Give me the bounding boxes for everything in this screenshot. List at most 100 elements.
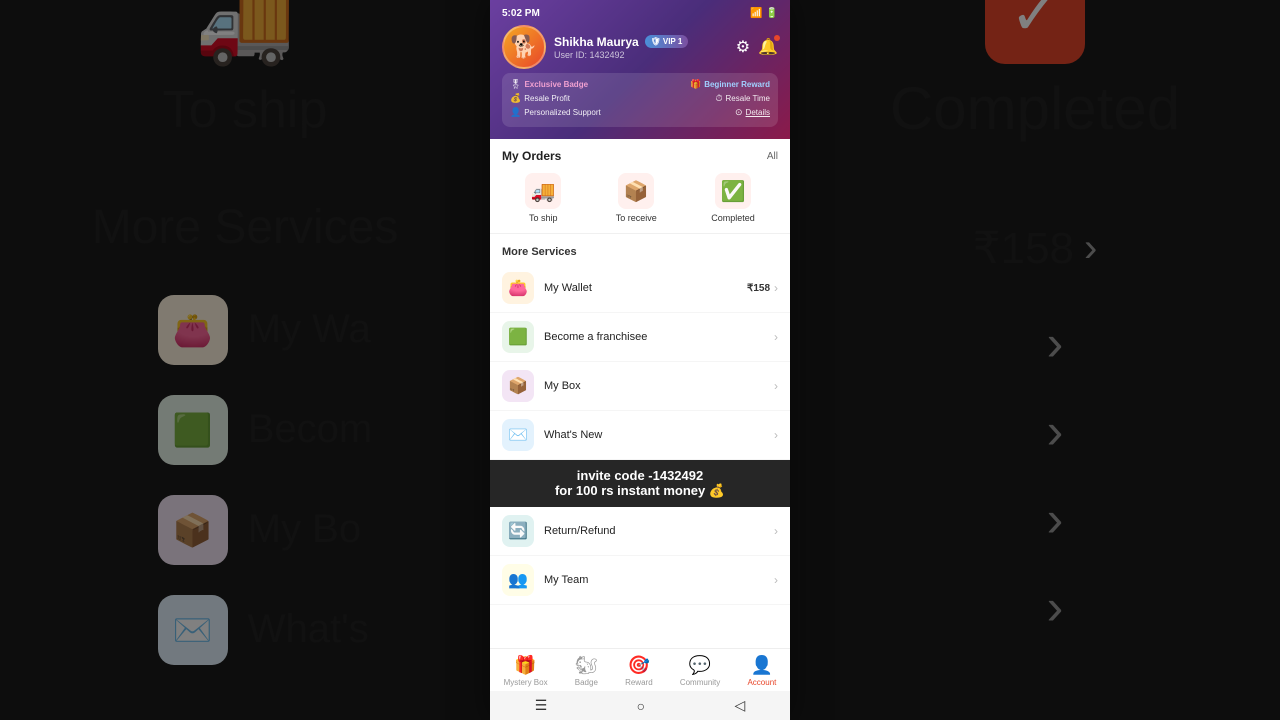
bg-completed-label: Completed	[890, 74, 1180, 143]
avatar-emoji: 🐕	[510, 34, 537, 60]
beginner-reward-label: Beginner Reward	[704, 80, 770, 89]
return-chevron: ›	[774, 524, 778, 538]
mybox-icon: 📦	[502, 370, 534, 402]
status-time: 5:02 PM	[502, 8, 540, 19]
shield-icon: 🛡	[651, 37, 661, 46]
profile-name: Shikha Maurya	[554, 35, 639, 49]
bg-wallet-label: My Wa	[248, 307, 371, 352]
resale-time-label: Resale Time	[726, 94, 770, 103]
nav-community-label: Community	[680, 678, 720, 687]
bg-box-row: 📦 My Bo	[158, 495, 361, 565]
bg-box-label: My Bo	[248, 507, 361, 552]
wallet-value: ₹158	[747, 283, 770, 294]
vip-label: VIP 1	[663, 37, 682, 46]
tab-to-ship[interactable]: 🚚 To ship	[525, 173, 561, 223]
nav-account[interactable]: 👤 Account	[747, 655, 776, 687]
home-button[interactable]: ○	[637, 698, 645, 714]
myteam-chevron: ›	[774, 573, 778, 587]
myteam-icon: 👥	[502, 564, 534, 596]
community-icon: 💬	[689, 655, 711, 676]
bg-wallet-chevron: ›	[1084, 226, 1097, 271]
service-mybox[interactable]: 📦 My Box ›	[490, 362, 790, 411]
bg-left-panel: 🚚 To ship More Services 👛 My Wa 🟩 Becom …	[0, 0, 490, 720]
nav-badge[interactable]: 🐿 Badge	[575, 655, 598, 687]
bg-completed-section: ✓ Completed	[890, 0, 1180, 143]
bell-icon: 🔔	[758, 39, 778, 56]
profile-id: User ID: 1432492	[554, 50, 728, 60]
settings-button[interactable]: ⚙	[736, 37, 750, 57]
bg-franchise-icon: 🟩	[158, 395, 228, 465]
details-item[interactable]: ⊙ Details	[735, 107, 770, 118]
header-icons: ⚙ 🔔	[736, 37, 778, 57]
bg-right-chevron-1: ›	[1047, 314, 1064, 372]
bg-chevron-4: ›	[1047, 578, 1064, 636]
my-orders-title: My Orders	[502, 149, 561, 163]
benefits-top-row: 🎖 Exclusive Badge 🎁 Beginner Reward	[510, 79, 770, 90]
to-receive-icon: 📦	[618, 173, 654, 209]
avatar: 🐕	[502, 25, 546, 69]
details-label[interactable]: Details	[746, 108, 770, 117]
bg-whats-label: What's	[248, 607, 369, 652]
vip-benefits: 🎖 Exclusive Badge 🎁 Beginner Reward 💰 Re…	[502, 73, 778, 127]
whatsnew-label: What's New	[544, 429, 774, 441]
invite-banner: invite code -1432492 for 100 rs instant …	[490, 460, 790, 507]
bg-whats-icon: ✉️	[158, 595, 228, 665]
completed-icon: ✅	[715, 173, 751, 209]
bg-left-services: 👛 My Wa 🟩 Becom 📦 My Bo ✉️ What's	[118, 295, 373, 665]
personalized-support-label: Personalized Support	[524, 108, 601, 117]
service-whatsnew[interactable]: ✉️ What's New ›	[490, 411, 790, 460]
vip-badge: 🛡 VIP 1	[645, 35, 689, 48]
bg-more-services-label: More Services	[92, 200, 399, 255]
time-icon: ⏱	[716, 93, 723, 104]
exclusive-badge-item: 🎖 Exclusive Badge	[510, 79, 588, 90]
profile-name-row: Shikha Maurya 🛡 VIP 1	[554, 35, 728, 49]
return-label: Return/Refund	[544, 525, 774, 537]
service-franchise[interactable]: 🟩 Become a franchisee ›	[490, 313, 790, 362]
reward-nav-icon: 🎯	[628, 655, 650, 676]
battery-icon: 🔋	[766, 8, 778, 19]
nav-community[interactable]: 💬 Community	[680, 655, 720, 687]
whatsnew-chevron: ›	[774, 428, 778, 442]
nav-reward-label: Reward	[625, 678, 653, 687]
badge-icon: 🎖	[510, 79, 521, 90]
service-return[interactable]: 🔄 Return/Refund ›	[490, 507, 790, 556]
nav-mystery-box[interactable]: 🎁 Mystery Box	[504, 655, 548, 687]
all-orders-link[interactable]: All	[767, 151, 778, 162]
bg-wallet-amount-row: ₹158 ›	[973, 223, 1098, 274]
status-bar: 5:02 PM 📶 🔋	[502, 8, 778, 19]
status-icons: 📶 🔋	[750, 8, 778, 19]
my-orders-header: My Orders All	[490, 139, 790, 169]
beginner-reward-item: 🎁 Beginner Reward	[690, 79, 770, 90]
back-button[interactable]: ◁	[735, 697, 746, 714]
bg-whats-row: ✉️ What's	[158, 595, 369, 665]
return-icon: 🔄	[502, 515, 534, 547]
menu-button[interactable]: ☰	[535, 697, 548, 714]
bg-chevron-3: ›	[1047, 490, 1064, 548]
more-services-section: More Services 👛 My Wallet ₹158 › 🟩 Becom…	[490, 234, 790, 613]
profit-icon: 💰	[510, 93, 521, 104]
to-ship-icon: 🚚	[525, 173, 561, 209]
notifications-button[interactable]: 🔔	[758, 37, 778, 57]
tab-completed[interactable]: ✅ Completed	[711, 173, 755, 223]
resale-profit-label: Resale Profit	[524, 94, 570, 103]
wallet-chevron: ›	[774, 281, 778, 295]
bg-completed-icon: ✓	[985, 0, 1085, 64]
bg-chevron-2: ›	[1047, 402, 1064, 460]
nav-reward[interactable]: 🎯 Reward	[625, 655, 653, 687]
benefits-mid-row: 💰 Resale Profit ⏱ Resale Time	[510, 93, 770, 104]
orders-tabs: 🚚 To ship 📦 To receive ✅ Completed	[490, 169, 790, 234]
resale-time-item: ⏱ Resale Time	[716, 93, 771, 104]
support-icon: 👤	[510, 107, 521, 118]
service-myteam[interactable]: 👥 My Team ›	[490, 556, 790, 605]
franchise-chevron: ›	[774, 330, 778, 344]
service-wallet[interactable]: 👛 My Wallet ₹158 ›	[490, 264, 790, 313]
bg-franchise-label: Becom	[248, 407, 373, 452]
bg-wallet-row: 👛 My Wa	[158, 295, 371, 365]
wallet-label: My Wallet	[544, 282, 747, 294]
personalized-support-item: 👤 Personalized Support	[510, 107, 601, 118]
tab-to-receive[interactable]: 📦 To receive	[616, 173, 657, 223]
bg-wallet-amount: ₹158	[973, 223, 1074, 274]
benefits-bottom-row: 👤 Personalized Support ⊙ Details	[510, 107, 770, 118]
card-section: My Orders All 🚚 To ship 📦 To receive ✅ C…	[490, 139, 790, 648]
bottom-nav: 🎁 Mystery Box 🐿 Badge 🎯 Reward 💬 Communi…	[490, 648, 790, 691]
